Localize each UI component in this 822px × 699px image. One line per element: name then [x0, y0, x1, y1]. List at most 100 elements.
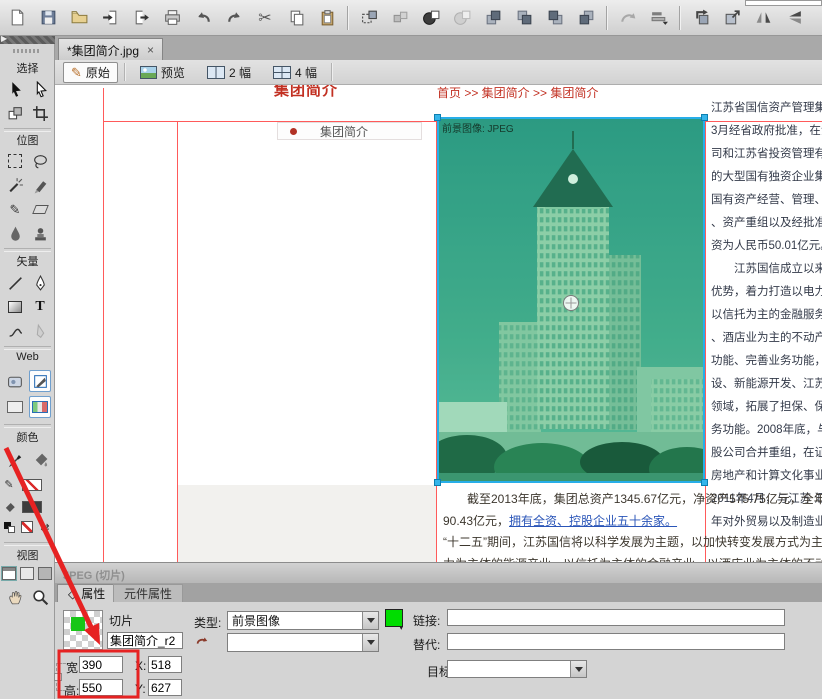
hide-slices-icon[interactable]	[389, 7, 411, 29]
bring-to-front-icon[interactable]	[482, 7, 504, 29]
panel-grip[interactable]	[13, 49, 41, 53]
no-color-button[interactable]	[20, 520, 34, 534]
send-backward-icon[interactable]	[544, 7, 566, 29]
flip-horizontal-icon[interactable]	[752, 7, 774, 29]
group-icon[interactable]	[420, 7, 442, 29]
flip-vertical-icon[interactable]	[783, 7, 805, 29]
y-input[interactable]	[148, 679, 182, 696]
pointer-tool[interactable]	[4, 78, 26, 100]
open-icon[interactable]	[68, 7, 90, 29]
slice-name-input[interactable]	[107, 632, 183, 649]
freeform-tool[interactable]	[4, 320, 26, 342]
magic-wand-tool[interactable]	[4, 174, 26, 196]
tab-properties[interactable]: ◇ 属性	[57, 584, 116, 602]
panel-tabs: ◇ 属性 元件属性	[55, 583, 822, 602]
collapse-diamond-icon[interactable]: ◇	[68, 587, 77, 601]
hotspot-tool[interactable]	[4, 370, 26, 392]
document-canvas[interactable]: 集团简介 首页 >> 集团简介 >> 集团简介 集团简介 江苏省国信资产管理集团…	[55, 85, 822, 562]
export-icon[interactable]	[130, 7, 152, 29]
print-icon[interactable]	[161, 7, 183, 29]
rectangle-tool[interactable]	[4, 296, 26, 318]
zoom-tool[interactable]	[29, 586, 51, 608]
bring-forward-icon[interactable]	[513, 7, 535, 29]
full-screen-mode-button[interactable]	[38, 566, 52, 580]
inline-link[interactable]: 拥有全资、控股企业五十余家。	[509, 514, 677, 528]
subselection-tool[interactable]	[29, 78, 51, 100]
width-input[interactable]	[79, 656, 123, 673]
url-dropdown[interactable]	[227, 633, 379, 652]
pencil-tool[interactable]: ✎	[4, 198, 26, 220]
x-label: X:	[135, 659, 146, 673]
fill-color-icon[interactable]	[0, 496, 18, 518]
show-slices-tool[interactable]	[29, 396, 51, 418]
import-icon[interactable]	[99, 7, 121, 29]
panel-collapse-strip[interactable]: ▶	[0, 36, 55, 44]
panel-group-header[interactable]: JPEG (切片)	[55, 563, 822, 584]
marquee-tool[interactable]	[4, 150, 26, 172]
selection-handle[interactable]	[434, 114, 441, 121]
swap-colors-button[interactable]: ⇄	[38, 520, 52, 534]
eyedropper-tool[interactable]	[4, 448, 26, 470]
copy-icon[interactable]	[285, 7, 307, 29]
show-slices-icon[interactable]	[358, 7, 380, 29]
recent-urls-icon[interactable]	[195, 634, 209, 651]
selection-handle[interactable]	[701, 114, 708, 121]
align-icon[interactable]	[648, 7, 670, 29]
dropdown-arrow-icon[interactable]	[362, 634, 378, 651]
standard-screen-mode-button[interactable]	[2, 566, 16, 580]
two-up-button[interactable]: 2 幅	[199, 62, 259, 83]
alt-input[interactable]	[447, 633, 785, 650]
slice-tool[interactable]	[29, 370, 51, 392]
select-behind-tool[interactable]	[4, 102, 26, 124]
slice-type-dropdown[interactable]: 前景图像	[227, 611, 379, 630]
x-input[interactable]	[148, 656, 182, 673]
pen-tool[interactable]	[29, 272, 51, 294]
tab-close-icon[interactable]: ×	[147, 43, 154, 57]
ungroup-icon[interactable]	[451, 7, 473, 29]
lasso-tool[interactable]	[29, 150, 51, 172]
hand-tool[interactable]	[4, 586, 26, 608]
preview-view-button[interactable]: 预览	[132, 62, 193, 83]
new-document-icon[interactable]	[6, 7, 28, 29]
object-type-label: 切片	[109, 612, 133, 629]
slice-color-swatch[interactable]: ▾	[385, 609, 403, 627]
rotate-canvas-icon[interactable]	[690, 7, 712, 29]
four-up-button[interactable]: 4 幅	[265, 62, 325, 83]
dropdown-arrow-icon[interactable]	[362, 612, 378, 629]
cut-icon[interactable]: ✂	[254, 7, 276, 29]
numeric-transform-icon[interactable]	[721, 7, 743, 29]
selection-handle[interactable]	[434, 479, 441, 486]
stroke-color-icon[interactable]: ✎	[0, 474, 18, 496]
join-icon[interactable]	[617, 7, 639, 29]
hide-slices-tool[interactable]	[4, 396, 26, 418]
original-view-button[interactable]: ✎ 原始	[63, 62, 118, 83]
fill-color-swatch[interactable]	[22, 501, 42, 513]
undo-icon[interactable]	[192, 7, 214, 29]
stroke-color-swatch[interactable]	[22, 479, 42, 491]
two-up-label: 2 幅	[229, 64, 251, 81]
full-screen-with-menus-button[interactable]	[20, 566, 34, 580]
height-input[interactable]	[79, 679, 123, 696]
paste-icon[interactable]	[316, 7, 338, 29]
text-tool[interactable]: T	[29, 296, 51, 318]
default-colors-button[interactable]	[2, 520, 16, 534]
paint-bucket-tool[interactable]	[29, 448, 51, 470]
document-tab[interactable]: *集团简介.jpg ×	[58, 38, 163, 61]
redo-icon[interactable]	[223, 7, 245, 29]
nav-menu-item[interactable]: 集团简介	[277, 122, 422, 140]
link-input[interactable]	[447, 609, 785, 626]
line-tool[interactable]	[4, 272, 26, 294]
crop-tool[interactable]	[29, 102, 51, 124]
dropdown-arrow-icon[interactable]	[570, 661, 586, 677]
save-icon[interactable]	[37, 7, 59, 29]
selection-handle[interactable]	[701, 479, 708, 486]
blur-tool[interactable]	[4, 222, 26, 244]
knife-tool[interactable]	[29, 320, 51, 342]
selected-image-slice[interactable]: 前景图像: JPEG	[437, 117, 705, 483]
eraser-tool[interactable]	[29, 198, 51, 220]
target-dropdown[interactable]	[447, 660, 587, 678]
brush-tool[interactable]	[29, 174, 51, 196]
tab-symbol-properties[interactable]: 元件属性	[113, 584, 183, 602]
send-to-back-icon[interactable]	[575, 7, 597, 29]
rubber-stamp-tool[interactable]	[29, 222, 51, 244]
